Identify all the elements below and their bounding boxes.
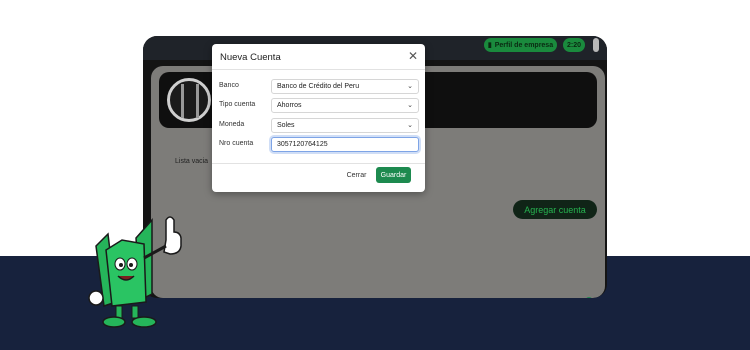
building-icon: ▮ (487, 42, 492, 49)
account-type-value: Ahorros (277, 102, 302, 109)
account-number-label: Nro cuenta (219, 140, 254, 147)
add-account-button[interactable]: Agregar cuenta (513, 200, 597, 219)
modal-title: Nueva Cuenta (220, 52, 281, 63)
window-edge (593, 38, 599, 52)
company-profile-button[interactable]: ▮ Perfil de empresa (484, 38, 557, 52)
currency-select[interactable]: Soles ⌄ (271, 118, 419, 133)
cancel-button[interactable]: Cerrar (343, 168, 370, 183)
new-account-modal: Nueva Cuenta ✕ Banco Banco de Crédito de… (212, 44, 425, 192)
account-type-row: Tipo cuenta Ahorros ⌄ (212, 98, 425, 113)
bank-row: Banco Banco de Crédito del Peru ⌄ (212, 79, 425, 94)
time-badge: 2:20 (563, 38, 585, 52)
close-icon[interactable]: ✕ (408, 49, 418, 63)
assistant-avatar-icon[interactable] (584, 292, 607, 298)
avatar (167, 78, 211, 122)
account-number-input[interactable]: 3057120764125 (271, 137, 419, 152)
account-type-label: Tipo cuenta (219, 101, 256, 108)
currency-label: Moneda (219, 121, 245, 128)
modal-divider (212, 163, 425, 164)
chevron-down-icon: ⌄ (407, 83, 413, 90)
account-number-value: 3057120764125 (277, 141, 328, 148)
account-number-row: Nro cuenta 3057120764125 (212, 137, 425, 152)
bank-label: Banco (219, 82, 239, 89)
company-profile-label: Perfil de empresa (494, 41, 554, 49)
currency-value: Soles (277, 122, 295, 129)
modal-header: Nueva Cuenta ✕ (212, 44, 425, 70)
bank-select[interactable]: Banco de Crédito del Peru ⌄ (271, 79, 419, 94)
empty-list-label: Lista vacia (175, 158, 209, 165)
mascot-illustration-icon (88, 216, 182, 328)
account-type-select[interactable]: Ahorros ⌄ (271, 98, 419, 113)
bank-value: Banco de Crédito del Peru (277, 83, 360, 90)
chevron-down-icon: ⌄ (407, 122, 413, 129)
currency-row: Moneda Soles ⌄ (212, 118, 425, 133)
chevron-down-icon: ⌄ (407, 102, 413, 109)
save-button[interactable]: Guardar (376, 167, 411, 183)
avatar-logo-icon (181, 84, 199, 118)
